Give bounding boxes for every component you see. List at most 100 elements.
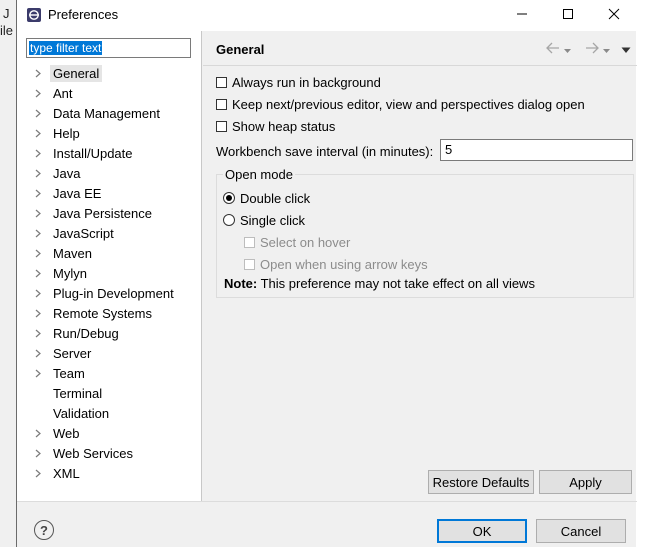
tree-item-label: Server [53, 345, 92, 361]
background-app-text: ile [0, 23, 14, 38]
tree-item-label: Install/Update [53, 145, 133, 161]
double-click-label: Double click [240, 190, 311, 206]
tree-item-label: Java [53, 165, 81, 181]
tree-item[interactable]: Java [31, 163, 83, 183]
tree-item-label: Ant [53, 85, 73, 101]
back-dropdown-icon[interactable] [563, 42, 572, 57]
tree-item[interactable]: General [31, 63, 103, 83]
tree-item-label: Help [53, 125, 80, 141]
chevron-right-icon[interactable] [31, 269, 45, 278]
back-arrow-icon[interactable] [545, 42, 561, 57]
tree-item[interactable]: Web Services [31, 443, 136, 463]
tree-item[interactable]: Plug-in Development [31, 283, 177, 303]
show-heap-status-checkbox[interactable] [216, 120, 227, 132]
chevron-right-icon[interactable] [31, 209, 45, 218]
keep-dialog-open-checkbox[interactable] [216, 98, 227, 110]
tree-item[interactable]: Help [31, 123, 83, 143]
chevron-right-icon[interactable] [31, 369, 45, 378]
chevron-right-icon[interactable] [31, 249, 45, 258]
tree-item[interactable]: JavaScript [31, 223, 117, 243]
chevron-right-icon[interactable] [31, 329, 45, 338]
tree-item-label: Terminal [53, 385, 103, 401]
tree-item-label: Run/Debug [53, 325, 119, 341]
bottom-divider [17, 501, 637, 502]
single-click-radio[interactable] [223, 214, 235, 226]
save-interval-label: Workbench save interval (in minutes): [216, 143, 434, 159]
chevron-right-icon[interactable] [31, 129, 45, 138]
chevron-right-icon[interactable] [31, 89, 45, 98]
help-icon[interactable]: ? [34, 520, 54, 540]
maximize-button[interactable] [545, 0, 591, 31]
forward-dropdown-icon[interactable] [602, 42, 611, 57]
tree-item[interactable]: Maven [31, 243, 95, 263]
save-interval-row: Workbench save interval (in minutes): [216, 140, 433, 162]
single-click-option[interactable]: Single click [223, 210, 305, 230]
keep-dialog-open-label: Keep next/previous editor, view and pers… [232, 96, 585, 112]
chevron-right-icon[interactable] [31, 469, 45, 478]
tree-item[interactable]: Web [31, 423, 83, 443]
tree-item-label: JavaScript [53, 225, 114, 241]
chevron-right-icon[interactable] [31, 449, 45, 458]
tree-item-label: Maven [53, 245, 93, 261]
select-on-hover-label: Select on hover [260, 234, 351, 250]
preferences-dialog: Preferences type filter text General Ant D… [16, 0, 637, 547]
open-mode-group-title: Open mode [223, 167, 295, 182]
chevron-right-icon[interactable] [31, 289, 45, 298]
keep-dialog-open-option[interactable]: Keep next/previous editor, view and pers… [216, 94, 585, 114]
tree-item[interactable]: Server [31, 343, 94, 363]
page-header: General [203, 31, 637, 65]
always-run-background-option[interactable]: Always run in background [216, 72, 381, 92]
tree-item[interactable]: Data Management [31, 103, 163, 123]
always-run-background-checkbox[interactable] [216, 76, 227, 88]
view-menu-icon[interactable] [621, 42, 631, 57]
open-arrow-keys-checkbox [244, 258, 255, 270]
chevron-right-icon[interactable] [31, 189, 45, 198]
save-interval-input[interactable]: 5 [440, 139, 633, 161]
chevron-right-icon[interactable] [31, 349, 45, 358]
tree-item[interactable]: Java EE [31, 183, 104, 203]
minimize-button[interactable] [499, 0, 545, 31]
filter-input[interactable]: type filter text [26, 38, 191, 58]
double-click-radio[interactable] [223, 192, 235, 204]
background-app-left: J ile [0, 0, 16, 547]
forward-arrow-icon[interactable] [584, 42, 600, 57]
chevron-right-icon[interactable] [31, 309, 45, 318]
chevron-right-icon[interactable] [31, 169, 45, 178]
tree-item[interactable]: Validation [31, 403, 112, 423]
tree-item-label: Plug-in Development [53, 285, 174, 301]
open-arrow-keys-label: Open when using arrow keys [260, 256, 428, 272]
history-navigation [545, 41, 631, 57]
tree-item-label: Mylyn [53, 265, 87, 281]
select-on-hover-checkbox [244, 236, 255, 248]
chevron-right-icon[interactable] [31, 429, 45, 438]
tree-item[interactable]: Ant [31, 83, 76, 103]
open-arrow-keys-option: Open when using arrow keys [244, 254, 428, 274]
chevron-right-icon[interactable] [31, 149, 45, 158]
open-mode-note: Note: This preference may not take effec… [224, 276, 535, 291]
apply-button[interactable]: Apply [539, 470, 632, 494]
tree-item-label: Java EE [53, 185, 102, 201]
tree-item[interactable]: Remote Systems [31, 303, 155, 323]
tree-item[interactable]: Terminal [31, 383, 105, 403]
tree-item[interactable]: Team [31, 363, 88, 383]
title-bar: Preferences [17, 0, 637, 31]
double-click-option[interactable]: Double click [223, 188, 310, 208]
tree-item[interactable]: Mylyn [31, 263, 90, 283]
ok-button[interactable]: OK [437, 519, 527, 543]
tree-item[interactable]: XML [31, 463, 83, 483]
cancel-button[interactable]: Cancel [536, 519, 626, 543]
chevron-right-icon[interactable] [31, 229, 45, 238]
tree-item[interactable]: Install/Update [31, 143, 136, 163]
show-heap-status-option[interactable]: Show heap status [216, 116, 335, 136]
close-button[interactable] [591, 0, 637, 31]
tree-item[interactable]: Java Persistence [31, 203, 155, 223]
eclipse-app-icon [26, 7, 42, 23]
restore-defaults-button[interactable]: Restore Defaults [428, 470, 534, 494]
tree-item[interactable]: Run/Debug [31, 323, 122, 343]
header-divider [203, 65, 637, 66]
chevron-right-icon[interactable] [31, 109, 45, 118]
tree-item-label: Web [53, 425, 80, 441]
chevron-right-icon[interactable] [31, 69, 45, 78]
background-app-right [636, 0, 648, 547]
maximize-icon [562, 8, 574, 23]
